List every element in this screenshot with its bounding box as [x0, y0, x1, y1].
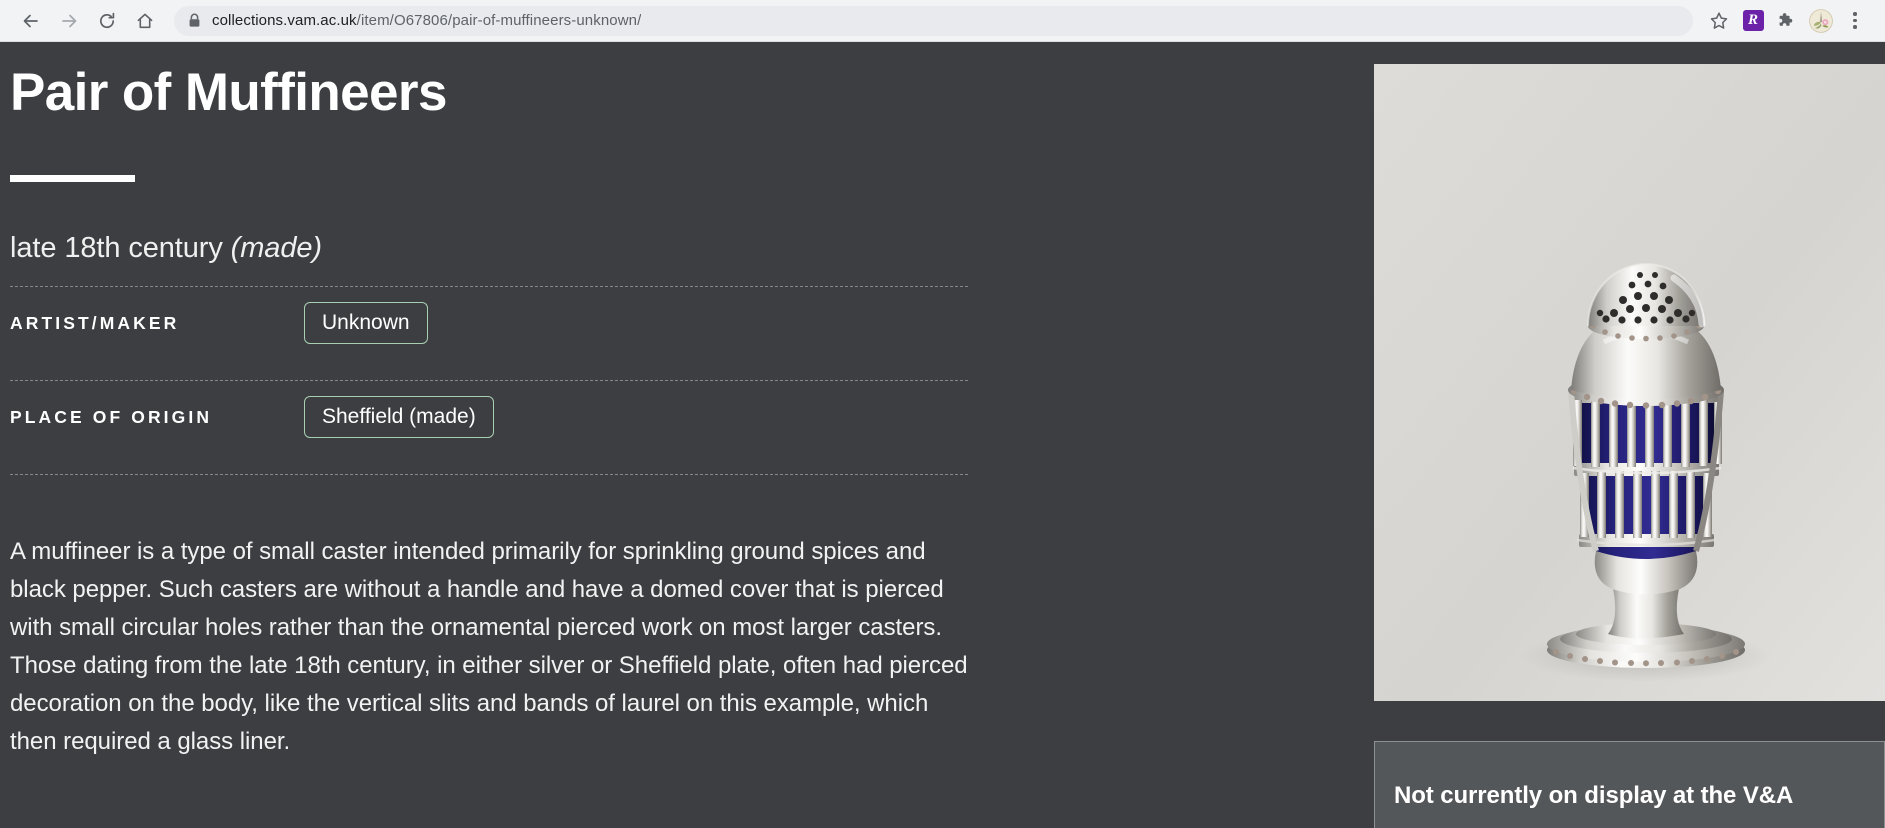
display-status-text: Not currently on display at the V&A	[1394, 781, 1794, 809]
lock-icon	[188, 13, 201, 28]
profile-avatar-button[interactable]	[1805, 5, 1837, 37]
object-description: A muffineer is a type of small caster in…	[10, 538, 968, 755]
object-media-column: Not currently on display at the V&A	[1374, 42, 1885, 828]
url-text: collections.vam.ac.uk/item/O67806/pair-o…	[212, 12, 641, 29]
extension-readwrite-button[interactable]: R	[1737, 5, 1769, 37]
meta-label-place-of-origin: PLACE OF ORIGIN	[10, 406, 213, 427]
avatar	[1809, 8, 1833, 33]
forward-arrow-icon	[62, 14, 77, 27]
back-arrow-icon	[23, 14, 38, 27]
three-dot-menu-icon	[1853, 12, 1857, 29]
chip-artist-maker[interactable]: Unknown	[304, 301, 428, 345]
star-icon	[1710, 11, 1728, 29]
browser-menu-button[interactable]	[1839, 5, 1871, 37]
object-image[interactable]	[1374, 64, 1885, 701]
extension-r-icon: R	[1742, 10, 1764, 31]
object-date-qualifier: (made)	[230, 232, 322, 265]
object-date-text: late 18th century	[10, 232, 231, 265]
object-page: Pair of Muffineers late 18th century (ma…	[0, 42, 1885, 828]
home-button[interactable]	[128, 4, 162, 38]
meta-row-place-of-origin: PLACE OF ORIGIN Sheffield (made)	[10, 381, 968, 453]
chip-place-of-origin[interactable]: Sheffield (made)	[304, 395, 494, 439]
puzzle-piece-icon	[1779, 12, 1793, 26]
toolbar-icons: R	[1703, 5, 1871, 37]
forward-button[interactable]	[52, 4, 86, 38]
home-icon	[137, 13, 153, 28]
meta-label-artist-maker: ARTIST/MAKER	[10, 312, 180, 333]
reload-button[interactable]	[90, 4, 124, 38]
url-host: collections.vam.ac.uk	[212, 12, 357, 29]
object-date: late 18th century (made)	[10, 232, 1374, 265]
url-path: /item/O67806/pair-of-muffineers-unknown/	[356, 12, 642, 29]
title-accent-bar	[10, 175, 135, 183]
page-title: Pair of Muffineers	[10, 63, 447, 122]
meta-row-artist-maker: ARTIST/MAKER Unknown	[10, 287, 968, 359]
reload-icon	[99, 12, 115, 28]
address-bar[interactable]: collections.vam.ac.uk/item/O67806/pair-o…	[174, 5, 1693, 36]
silver-muffineer-photograph	[1374, 64, 1885, 701]
back-button[interactable]	[14, 4, 48, 38]
object-details-column: Pair of Muffineers late 18th century (ma…	[0, 42, 1374, 828]
divider	[10, 474, 968, 476]
bookmark-button[interactable]	[1703, 5, 1735, 37]
extensions-button[interactable]	[1771, 5, 1803, 37]
display-status-box: Not currently on display at the V&A	[1374, 741, 1885, 828]
browser-toolbar: collections.vam.ac.uk/item/O67806/pair-o…	[0, 0, 1885, 42]
